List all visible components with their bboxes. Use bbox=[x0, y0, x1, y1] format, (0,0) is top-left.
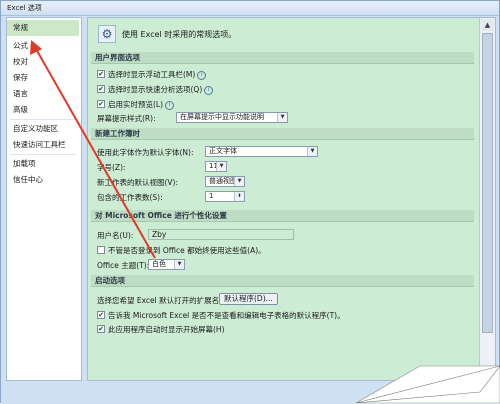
sidebar-item-advanced[interactable]: 高级 bbox=[7, 102, 79, 118]
title-bar: Excel 选项 bbox=[1, 1, 499, 16]
default-view-dropdown[interactable]: 普通视图 ▼ bbox=[205, 176, 245, 187]
sidebar-item-save[interactable]: 保存 bbox=[7, 70, 79, 86]
username-value: Zby bbox=[152, 230, 167, 239]
excel-options-dialog: Excel 选项 常规 公式 校对 保存 语言 高级 自定义功能区 快速访问工具… bbox=[0, 0, 500, 404]
sidebar-item-trust-center[interactable]: 信任中心 bbox=[7, 172, 79, 188]
info-icon[interactable]: i bbox=[165, 100, 175, 110]
always-use-values-label: 不管是否登录到 Office 都始终使用这些值(A)。 bbox=[108, 246, 266, 255]
username-label: 用户名(U): bbox=[97, 231, 134, 240]
vertical-scrollbar[interactable]: ▲ ▼ bbox=[479, 18, 495, 378]
show-start-screen-label: 此应用程序启动时显示开始屏幕(H) bbox=[108, 325, 225, 334]
default-view-value: 普通视图 bbox=[209, 177, 237, 185]
scroll-thumb[interactable] bbox=[482, 33, 493, 333]
chevron-down-icon: ▼ bbox=[216, 162, 226, 171]
sidebar-item-language[interactable]: 语言 bbox=[7, 86, 79, 102]
window-title: Excel 选项 bbox=[7, 4, 42, 12]
office-theme-value: 白色 bbox=[152, 260, 166, 268]
sidebar-item-add-ins[interactable]: 加载项 bbox=[7, 156, 79, 172]
spinner-arrows-icon[interactable]: ⬍ bbox=[234, 192, 244, 201]
personalize-section-title: 对 Microsoft Office 进行个性化设置 bbox=[91, 210, 474, 222]
chevron-down-icon: ▼ bbox=[174, 260, 184, 269]
show-start-screen-checkbox[interactable]: ✔ bbox=[97, 325, 105, 333]
options-content: ⚙ 使用 Excel 时采用的常规选项。 用户界面选项 ✔ 选择时显示浮动工具栏… bbox=[88, 18, 478, 380]
chevron-down-icon: ▼ bbox=[277, 113, 287, 122]
sidebar-item-quick-access-toolbar[interactable]: 快速访问工具栏 bbox=[7, 137, 79, 153]
sidebar-item-proofing[interactable]: 校对 bbox=[7, 54, 79, 70]
screentip-style-value: 在屏幕提示中显示功能说明 bbox=[180, 113, 264, 121]
font-size-label: 字号(Z): bbox=[97, 163, 126, 172]
chevron-down-icon: ▼ bbox=[234, 177, 244, 186]
default-font-label: 使用此字体作为默认字体(N): bbox=[97, 148, 194, 157]
tell-me-default-checkbox[interactable]: ✔ bbox=[97, 311, 105, 319]
info-icon[interactable]: i bbox=[204, 85, 214, 95]
general-header-text: 使用 Excel 时采用的常规选项。 bbox=[122, 30, 237, 39]
startup-section-title: 启动选项 bbox=[91, 275, 474, 287]
office-theme-dropdown[interactable]: 白色 ▼ bbox=[148, 259, 185, 270]
default-font-value: 正文字体 bbox=[209, 147, 237, 155]
sidebar-item-customize-ribbon[interactable]: 自定义功能区 bbox=[7, 121, 79, 137]
sidebar-divider bbox=[10, 119, 76, 120]
options-sidebar: 常规 公式 校对 保存 语言 高级 自定义功能区 快速访问工具栏 加载项 信任中… bbox=[6, 17, 82, 381]
mini-toolbar-checkbox[interactable]: ✔ bbox=[97, 70, 105, 78]
quick-analysis-label: 选择时显示快速分析选项(Q) i bbox=[108, 84, 214, 95]
options-main-panel: ⚙ 使用 Excel 时采用的常规选项。 用户界面选项 ✔ 选择时显示浮动工具栏… bbox=[87, 17, 496, 381]
screentip-style-label: 屏幕提示样式(R): bbox=[97, 114, 156, 123]
ui-options-section-title: 用户界面选项 bbox=[91, 52, 474, 64]
new-workbook-section-title: 新建工作簿时 bbox=[91, 128, 474, 140]
sheet-count-label: 包含的工作表数(S): bbox=[97, 193, 163, 202]
sidebar-item-formulas[interactable]: 公式 bbox=[7, 38, 79, 54]
default-view-label: 新工作表的默认视图(V): bbox=[97, 178, 179, 187]
mini-toolbar-label: 选择时显示浮动工具栏(M) i bbox=[108, 69, 207, 80]
dialog-footer bbox=[1, 381, 500, 404]
chevron-down-icon: ▼ bbox=[307, 147, 317, 156]
always-use-values-checkbox[interactable] bbox=[97, 246, 105, 254]
quick-analysis-checkbox[interactable]: ✔ bbox=[97, 85, 105, 93]
info-icon[interactable]: i bbox=[197, 70, 207, 80]
sheet-count-spinner[interactable]: 1 ⬍ bbox=[205, 191, 245, 202]
default-programs-button[interactable]: 默认程序(D)... bbox=[219, 293, 278, 305]
general-options-icon: ⚙ bbox=[98, 25, 116, 43]
default-extensions-label: 选择您希望 Excel 默认打开的扩展名: bbox=[97, 296, 222, 305]
sidebar-item-general[interactable]: 常规 bbox=[7, 20, 79, 36]
username-input[interactable]: Zby bbox=[148, 229, 294, 240]
live-preview-label: 启用实时预览(L) i bbox=[108, 99, 175, 110]
sheet-count-value: 1 bbox=[209, 192, 214, 200]
live-preview-checkbox[interactable]: ✔ bbox=[97, 100, 105, 108]
office-theme-label: Office 主题(T): bbox=[97, 261, 150, 270]
tell-me-default-label: 告诉我 Microsoft Excel 是否不是查看和编辑电子表格的默认程序(T… bbox=[108, 311, 345, 320]
scroll-up-icon[interactable]: ▲ bbox=[481, 19, 494, 31]
default-font-dropdown[interactable]: 正文字体 ▼ bbox=[205, 146, 318, 157]
font-size-dropdown[interactable]: 11 ▼ bbox=[205, 161, 227, 172]
screentip-style-dropdown[interactable]: 在屏幕提示中显示功能说明 ▼ bbox=[176, 112, 288, 123]
scroll-down-icon[interactable]: ▼ bbox=[481, 365, 494, 377]
sidebar-divider bbox=[10, 154, 76, 155]
